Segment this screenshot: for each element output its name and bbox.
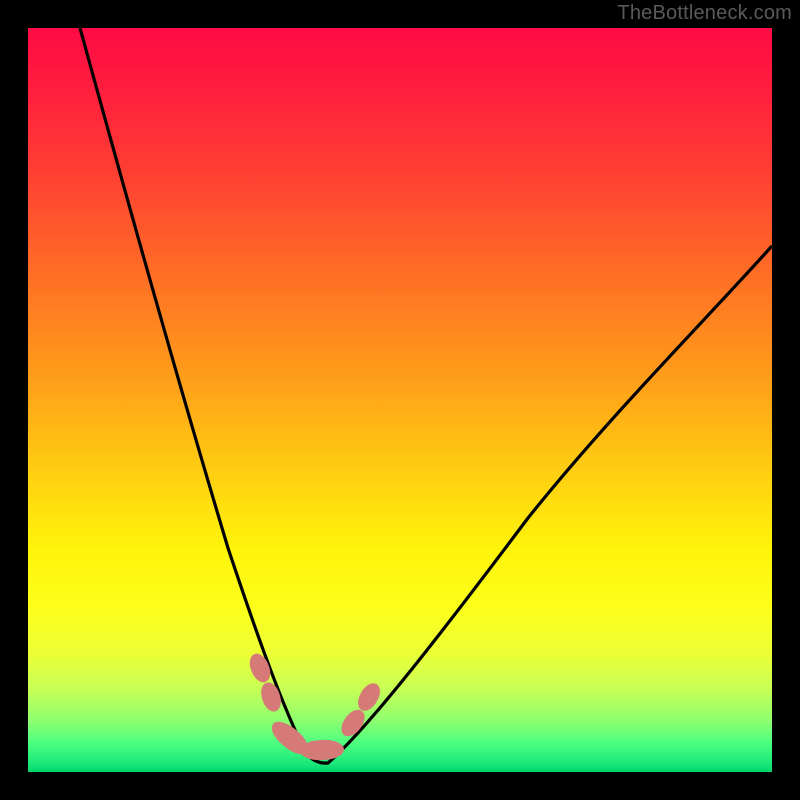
chain-bead: [246, 651, 274, 686]
chain-bead: [258, 680, 284, 714]
plot-area: [28, 28, 772, 772]
marker-chain: [28, 28, 772, 772]
watermark-text: TheBottleneck.com: [617, 2, 792, 25]
chart-canvas: TheBottleneck.com: [0, 0, 800, 800]
chain-bead: [300, 739, 345, 761]
